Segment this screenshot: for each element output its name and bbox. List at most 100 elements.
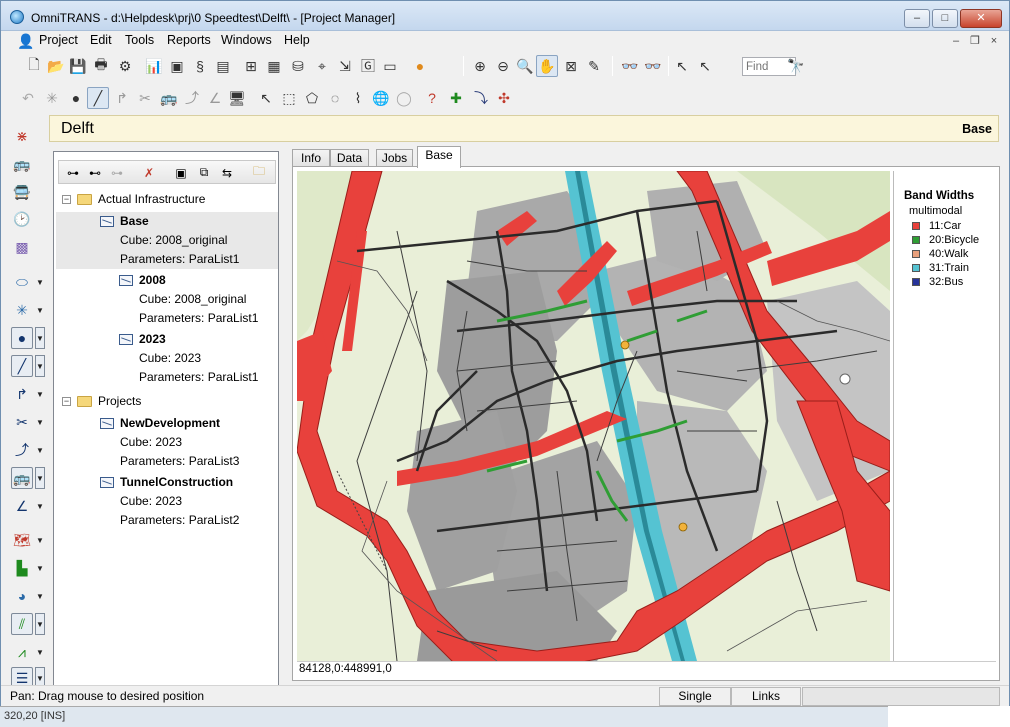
select-minus-icon[interactable]: 👓 [642,55,664,77]
tab-data[interactable]: Data [330,149,369,167]
chart-icon[interactable]: 📊 [143,55,165,77]
turn-dropdown-icon[interactable]: ▼ [35,383,45,405]
bandwidth-icon[interactable]: ⫽ [11,613,33,635]
angle-dropdown-icon[interactable]: ▼ [35,495,45,517]
vehicle-icon[interactable]: 🚌 [158,87,180,109]
tree-folder-projects[interactable]: − Projects [62,392,141,411]
pointer-remove-icon[interactable]: ↖ [694,55,716,77]
zoom-out-icon[interactable]: ⊖ [492,55,514,77]
path-icon[interactable]: ⤴ [181,87,203,109]
print-icon[interactable]: 🖶 [90,55,112,77]
matrix-icon[interactable]: ▦ [263,55,285,77]
open-folder-icon[interactable]: 📂 [45,55,67,77]
node-icon[interactable]: ● [65,87,87,109]
tree-compare-icon[interactable]: ⧉ [194,163,214,182]
script-icon[interactable]: § [189,55,211,77]
tree-add-child-icon[interactable]: ⊷ [85,163,105,182]
zoom-window-icon[interactable]: ⊠ [560,55,582,77]
mdi-restore-icon[interactable]: ❐ [967,34,983,49]
tree-folder-icon[interactable]: 🗀 [249,163,269,182]
mdi-minimize-icon[interactable]: – [948,34,964,49]
add-cross-icon[interactable]: ✚ [445,87,467,109]
tree-scenario-base[interactable]: Base [56,212,278,231]
maximize-button[interactable]: □ [932,9,958,28]
cut-dropdown-icon[interactable]: ▼ [35,411,45,433]
bus-dropdown-icon[interactable]: ▼ [35,467,45,489]
tree-add-icon[interactable]: ⊶ [63,163,83,182]
close-button[interactable]: ✕ [960,9,1002,28]
link-tool-icon[interactable]: ╱ [11,355,33,377]
globe-icon[interactable]: 🄶 [357,55,379,77]
zoom-in-icon[interactable]: ⊕ [469,55,491,77]
binoculars-icon[interactable]: 🔭 [785,55,807,77]
network-map[interactable] [297,171,890,661]
menu-windows[interactable]: Windows [221,33,272,47]
flow-dropdown-icon[interactable]: ▼ [35,641,45,663]
pointer-add-icon[interactable]: ↖ [671,55,693,77]
coin-icon[interactable]: ● [409,55,431,77]
vehicle-route-icon[interactable]: 🚌 [11,153,33,175]
menu-tools[interactable]: Tools [125,33,154,47]
question-icon[interactable]: ? [421,87,443,109]
select-plus-icon[interactable]: 👓 [619,55,641,77]
bus-tool-icon[interactable]: 🚌 [11,467,33,489]
tree-scenario-2008[interactable]: 2008 [119,271,166,290]
tree-delete-icon[interactable]: ✗ [139,163,159,182]
collapse-icon[interactable]: − [62,397,71,407]
tree-move-icon[interactable]: ⊶ [107,163,127,182]
curve-dropdown-icon[interactable]: ▼ [35,439,45,461]
tree-scenario-2023[interactable]: 2023 [119,330,166,349]
menu-edit[interactable]: Edit [90,33,112,47]
polygon-dropdown-icon[interactable]: ▼ [35,271,45,293]
database-icon[interactable]: ⛁ [287,55,309,77]
tab-base[interactable]: Base [417,146,461,168]
select-poly-icon[interactable]: ⬠ [301,87,323,109]
mdi-close-icon[interactable]: × [986,34,1002,49]
turn-icon[interactable]: ↱ [111,87,133,109]
node-tool-icon[interactable]: ● [11,327,33,349]
select-box-icon[interactable]: ⬚ [278,87,300,109]
link-icon[interactable]: ╱ [87,87,109,109]
globe-select-icon[interactable]: 🌐 [370,87,392,109]
new-document-icon[interactable]: 🗋 [23,55,45,77]
tree-folder-actual-infrastructure[interactable]: − Actual Infrastructure [62,190,205,209]
bandwidth-dropdown-icon[interactable]: ▼ [35,613,45,635]
menu-reports[interactable]: Reports [167,33,211,47]
curve-tool-icon[interactable]: ⤴ [11,439,33,461]
pan-hand-icon[interactable]: ✋ [536,55,558,77]
clock-icon[interactable]: 🕑 [11,208,33,230]
tree-transfer-icon[interactable]: ⇆ [217,163,237,182]
minimize-button[interactable]: – [904,9,930,28]
settings-gear-icon[interactable]: ⚙ [114,55,136,77]
collapse-icon[interactable]: − [62,195,71,205]
pie-dropdown-icon[interactable]: ▼ [35,585,45,607]
import-icon[interactable]: ⇲ [334,55,356,77]
flow-icon[interactable]: ⩘ [11,641,33,663]
network-map-canvas[interactable] [297,171,890,661]
cube-icon[interactable]: ▣ [166,55,188,77]
angle-tool-icon[interactable]: ∠ [11,495,33,517]
star-dropdown-icon[interactable]: ▼ [35,299,45,321]
table-icon[interactable]: ⊞ [240,55,262,77]
star-node-icon[interactable]: ✳ [41,87,63,109]
screen-icon[interactable]: 🖥 [226,87,248,109]
polygon-icon[interactable]: ⬭ [11,271,33,293]
tree-scenario-tunnelconstruction[interactable]: TunnelConstruction [100,473,233,492]
select-free-icon[interactable]: ⌇ [347,87,369,109]
split-icon[interactable]: ✣ [493,87,515,109]
menu-project[interactable]: Project [39,33,78,47]
pie-chart-icon[interactable]: ◕ [11,585,33,607]
network-icon[interactable]: ⌖ [311,55,333,77]
map-dropdown-icon[interactable]: ▼ [35,529,45,551]
node-dropdown-icon[interactable]: ▼ [35,327,45,349]
save-icon[interactable]: 💾 [67,55,89,77]
tab-info[interactable]: Info [292,149,330,167]
star-icon[interactable]: ✳ [11,299,33,321]
bar-chart-icon[interactable]: ▙ [11,557,33,579]
transit-line-icon[interactable]: 🚍 [11,181,33,203]
grid-zone-icon[interactable]: ▩ [11,236,33,258]
report-icon[interactable]: ▤ [212,55,234,77]
tab-jobs[interactable]: Jobs [376,149,413,167]
select-circle-icon[interactable]: ◌ [324,87,346,109]
menu-help[interactable]: Help [284,33,310,47]
